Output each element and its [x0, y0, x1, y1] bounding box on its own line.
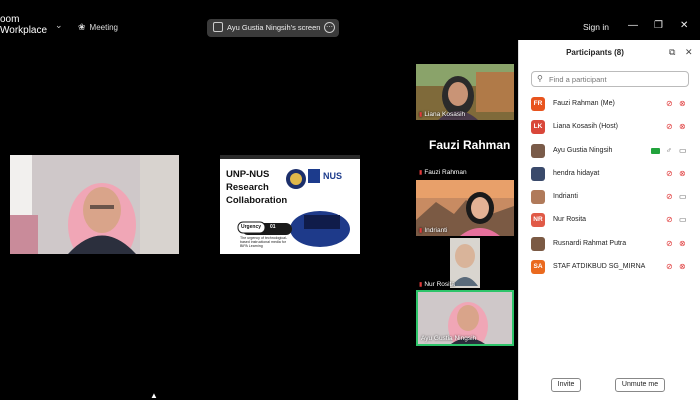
gallery-name: ▮ Indrianti: [419, 227, 448, 234]
muted-mic-icon: ▮: [419, 112, 423, 118]
participant-name: Fauzi Rahman (Me): [553, 100, 615, 107]
avatar: [531, 190, 545, 205]
avatar: [531, 166, 545, 181]
avatar: [531, 143, 545, 158]
gallery-tile-fauzi[interactable]: Fauzi Rahman ▮ Fauzi Rahman: [416, 122, 514, 178]
muted-mic-icon: ▮: [419, 228, 423, 234]
mic-icon[interactable]: ♂: [666, 146, 672, 155]
participant-name: STAF ATDIKBUD SG_MIRNA: [553, 263, 646, 271]
slide-title-line2: Research: [226, 182, 269, 193]
unmute-me-button[interactable]: Unmute me: [615, 378, 665, 392]
avatar: NR: [531, 213, 545, 228]
minimize-button[interactable]: —: [628, 20, 638, 31]
app-logo: oom Workplace: [0, 14, 48, 36]
camera-off-icon[interactable]: ⊗: [679, 169, 686, 178]
restore-button[interactable]: ❐: [654, 20, 663, 31]
sign-in-button[interactable]: Sign in: [583, 22, 609, 32]
more-options-icon[interactable]: ⋯: [324, 22, 335, 33]
screen-sharing-icon: [651, 147, 660, 154]
paw-icon: ❀: [78, 22, 86, 32]
avatar: FR: [531, 97, 545, 111]
participant-row[interactable]: NR Nur Rosita ⊘ ▭: [531, 209, 695, 232]
participant-name: Rusnardi Rahmat Putra: [553, 239, 627, 247]
camera-icon[interactable]: ▭: [679, 215, 687, 224]
avatar: [531, 236, 545, 251]
avatar: LK: [531, 120, 545, 135]
participant-search-input[interactable]: ⚲ Find a participant: [531, 71, 689, 87]
muted-mic-icon[interactable]: ⊘: [666, 215, 673, 224]
slide-title-line3: Collaboration: [226, 195, 288, 206]
slide-badge-word: Urgency: [241, 224, 262, 230]
slide-caption: The urgency of technological-based instr…: [240, 236, 288, 249]
participant-name: Liana Kosasih (Host): [553, 123, 618, 131]
camera-off-icon[interactable]: ⊗: [679, 122, 686, 131]
close-panel-icon[interactable]: ✕: [685, 47, 693, 58]
pop-out-icon[interactable]: ⧉: [669, 47, 675, 58]
gallery-tile-nur-rosita[interactable]: ▮ Nur Rosita: [416, 238, 514, 290]
gallery-name: ▮ Nur Rosita: [419, 281, 456, 288]
participant-row[interactable]: hendra hidayat ⊘ ⊗: [531, 163, 695, 186]
muted-mic-icon: ▮: [419, 282, 423, 288]
screen-share-indicator[interactable]: Ayu Gustia Ningsih's screen ⋯: [207, 19, 339, 37]
slide-title-line1: UNP-NUS: [226, 169, 270, 180]
camera-off-icon[interactable]: ⊗: [679, 239, 686, 248]
muted-mic-icon[interactable]: ⊘: [666, 99, 673, 108]
participant-row[interactable]: Indrianti ⊘ ▭: [531, 186, 695, 209]
muted-mic-icon: ▮: [419, 170, 423, 176]
mouse-cursor-icon: ▲: [150, 391, 158, 400]
participant-list: FR Fauzi Rahman (Me) ⊘ ⊗ LK Liana Kosasih (Ho…: [531, 93, 695, 279]
gallery-tile-ayu[interactable]: Ayu Gustia Ningsih: [416, 290, 514, 346]
panel-header: Participants (8) ⧉ ✕: [519, 40, 700, 66]
camera-icon[interactable]: ▭: [679, 146, 687, 155]
participant-name: hendra hidayat: [553, 169, 600, 177]
camera-off-icon[interactable]: ⊗: [679, 99, 686, 108]
close-window-button[interactable]: ✕: [680, 20, 688, 31]
muted-mic-icon[interactable]: ⊘: [666, 262, 673, 271]
participant-row[interactable]: SA STAF ATDIKBUD SG_MIRNA ⊘ ⊗: [531, 256, 695, 279]
muted-mic-icon[interactable]: ⊘: [666, 239, 673, 248]
gallery-name: Ayu Gustia Ningsih: [421, 335, 477, 342]
webcam-video-tile: [10, 155, 179, 254]
slide-nus-logo: NUS: [323, 171, 343, 181]
muted-mic-icon[interactable]: ⊘: [666, 192, 673, 201]
meeting-menu[interactable]: ❀ Meeting: [78, 22, 118, 33]
avatar: SA: [531, 260, 545, 275]
app-menu-chevron-icon[interactable]: ⌄: [55, 20, 63, 31]
screen-share-icon: [213, 22, 223, 32]
participant-name: Ayu Gustia Ningsih: [553, 146, 613, 154]
shared-screen: UNP-NUS Research Collaboration NUS Urgen…: [220, 155, 360, 254]
panel-title: Participants (8): [566, 48, 624, 57]
participant-row[interactable]: LK Liana Kosasih (Host) ⊘ ⊗: [531, 116, 695, 139]
participant-row[interactable]: FR Fauzi Rahman (Me) ⊘ ⊗: [531, 93, 695, 116]
muted-mic-icon[interactable]: ⊘: [666, 122, 673, 131]
gallery-tile-indrianti[interactable]: ▮ Indrianti: [416, 180, 514, 236]
participant-name: Nur Rosita: [553, 216, 587, 224]
invite-button[interactable]: Invite: [551, 378, 581, 392]
camera-icon[interactable]: ▭: [679, 192, 687, 201]
slide-badge-number: 01: [270, 224, 276, 230]
gallery-name: ▮ Liana Kosasih: [419, 111, 466, 118]
participant-row[interactable]: Ayu Gustia Ningsih ♂ ▭: [531, 140, 695, 163]
camera-off-icon[interactable]: ⊗: [679, 262, 686, 271]
participant-row[interactable]: Rusnardi Rahmat Putra ⊘ ⊗: [531, 233, 695, 256]
webcam-video: [10, 155, 179, 254]
gallery-name: ▮ Fauzi Rahman: [419, 169, 467, 176]
muted-mic-icon[interactable]: ⊘: [666, 169, 673, 178]
search-icon: ⚲: [537, 74, 543, 83]
participants-panel: Participants (8) ⧉ ✕ ⚲ Find a participan…: [518, 40, 700, 400]
participant-name-placeholder: Fauzi Rahman: [429, 138, 511, 152]
title-bar: oom Workplace ⌄ ❀ Meeting Ayu Gustia Ning…: [0, 14, 518, 42]
gallery-tile-liana[interactable]: ▮ Liana Kosasih: [416, 64, 514, 120]
participant-name: Indrianti: [553, 193, 578, 201]
